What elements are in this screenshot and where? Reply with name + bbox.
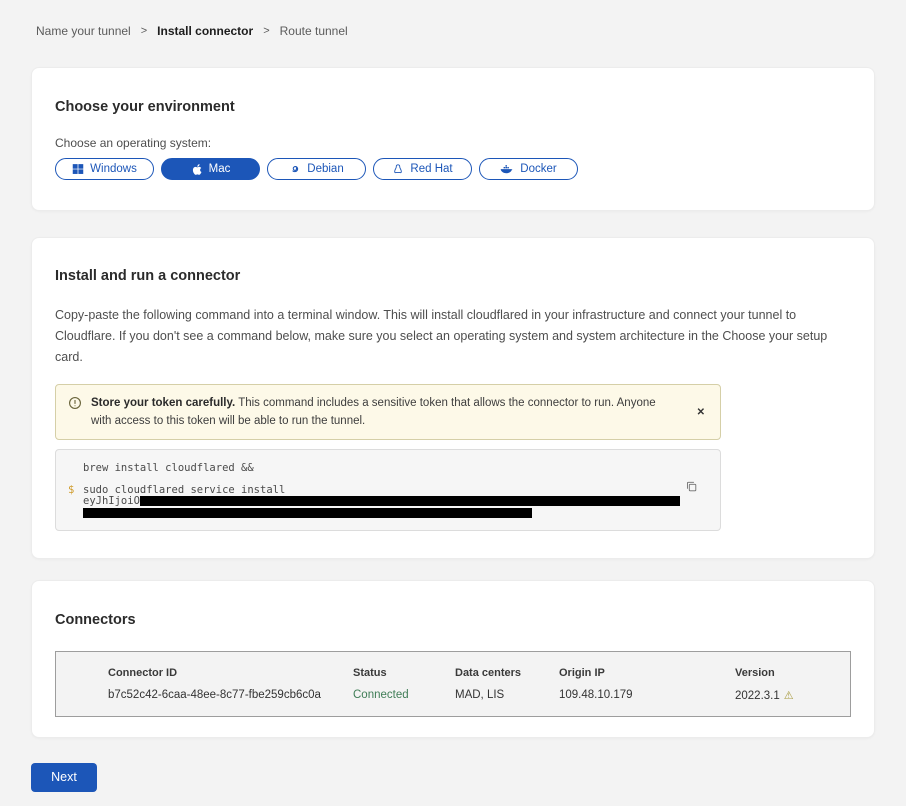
column-header-status: Status bbox=[353, 667, 455, 679]
debian-icon bbox=[289, 163, 301, 175]
os-button-label: Docker bbox=[520, 163, 556, 175]
column-header-data-centers: Data centers bbox=[455, 667, 559, 679]
warning-triangle-icon[interactable]: ⚠ bbox=[784, 690, 794, 702]
os-button-group: Windows Mac Debian Red Hat bbox=[55, 158, 851, 180]
token-warning-text: Store your token carefully. This command… bbox=[91, 394, 661, 430]
os-button-label: Windows bbox=[90, 163, 137, 175]
version-value: 2022.3.1 ⚠ bbox=[735, 689, 840, 702]
data-centers-value: MAD, LIS bbox=[455, 689, 559, 701]
code-line: eyJhIjoiO bbox=[68, 496, 708, 508]
status-badge: Connected bbox=[353, 689, 455, 701]
connectors-card: Connectors Connector ID Status Data cent… bbox=[31, 580, 875, 738]
origin-ip-value: 109.48.10.179 bbox=[559, 689, 735, 701]
breadcrumb-separator: > bbox=[141, 25, 147, 37]
connectors-title: Connectors bbox=[55, 612, 851, 628]
os-button-debian[interactable]: Debian bbox=[267, 158, 366, 180]
os-button-windows[interactable]: Windows bbox=[55, 158, 154, 180]
code-line: $ sudo cloudflared service install bbox=[68, 485, 708, 497]
connector-id-value: b7c52c42-6caa-48ee-8c77-fbe259cb6c0a bbox=[108, 689, 353, 701]
code-gutter bbox=[68, 496, 83, 508]
os-select-label: Choose an operating system: bbox=[55, 136, 851, 150]
token-warning-banner: Store your token carefully. This command… bbox=[55, 384, 721, 440]
shell-prompt: $ bbox=[68, 485, 83, 497]
column-header-connector-id: Connector ID bbox=[108, 667, 353, 679]
code-line: brew install cloudflared && bbox=[68, 463, 708, 475]
os-button-label: Red Hat bbox=[410, 163, 452, 175]
os-button-docker[interactable]: Docker bbox=[479, 158, 578, 180]
apple-icon bbox=[191, 163, 203, 176]
install-command-block: brew install cloudflared && $ sudo cloud… bbox=[55, 449, 721, 531]
token-prefix: eyJhIjoiO bbox=[83, 495, 140, 507]
install-connector-title: Install and run a connector bbox=[55, 268, 844, 284]
code-line bbox=[68, 508, 708, 518]
column-header-origin-ip: Origin IP bbox=[559, 667, 735, 679]
redacted-token-bar bbox=[140, 496, 680, 506]
install-connector-description: Copy-paste the following command into a … bbox=[55, 305, 844, 368]
next-button[interactable]: Next bbox=[31, 763, 97, 792]
breadcrumb-name-your-tunnel[interactable]: Name your tunnel bbox=[36, 24, 131, 38]
breadcrumb: Name your tunnel > Install connector > R… bbox=[31, 0, 875, 38]
os-button-label: Mac bbox=[209, 163, 231, 175]
redacted-token-bar bbox=[83, 508, 532, 518]
code-line-text: eyJhIjoiO bbox=[83, 496, 680, 508]
docker-icon bbox=[500, 163, 514, 175]
install-connector-card: Install and run a connector Copy-paste t… bbox=[31, 237, 875, 559]
os-button-redhat[interactable]: Red Hat bbox=[373, 158, 472, 180]
choose-environment-card: Choose your environment Choose an operat… bbox=[31, 67, 875, 211]
environment-card-title: Choose your environment bbox=[55, 99, 851, 115]
info-icon bbox=[68, 396, 82, 416]
os-button-mac[interactable]: Mac bbox=[161, 158, 260, 180]
redhat-icon bbox=[392, 163, 404, 176]
token-warning-title: Store your token carefully. bbox=[91, 397, 235, 409]
os-button-label: Debian bbox=[307, 163, 343, 175]
code-gutter bbox=[68, 508, 83, 518]
breadcrumb-install-connector[interactable]: Install connector bbox=[157, 24, 253, 38]
version-number: 2022.3.1 bbox=[735, 690, 780, 702]
windows-icon bbox=[72, 163, 84, 175]
column-header-version: Version bbox=[735, 667, 840, 679]
breadcrumb-separator: > bbox=[263, 25, 269, 37]
code-gutter bbox=[68, 463, 83, 475]
breadcrumb-route-tunnel[interactable]: Route tunnel bbox=[280, 24, 348, 38]
close-icon[interactable]: ✕ bbox=[692, 405, 710, 420]
code-line-text: brew install cloudflared && bbox=[83, 463, 254, 475]
connectors-table: Connector ID Status Data centers Origin … bbox=[55, 651, 851, 717]
copy-icon[interactable] bbox=[683, 478, 700, 498]
